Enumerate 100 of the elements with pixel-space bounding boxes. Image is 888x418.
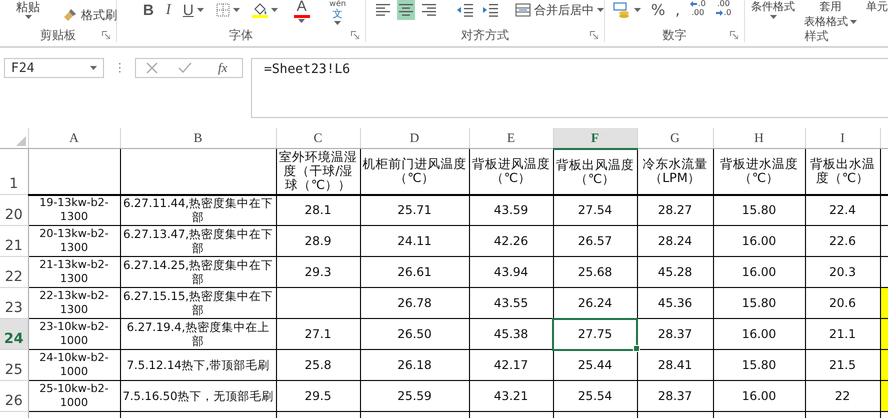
paste-button[interactable]: 粘贴 — [14, 0, 42, 19]
table-cell: 27.1 — [304, 327, 332, 341]
table-cell-text: 6.27.13.47,热密度集中在下部 — [122, 227, 274, 255]
accounting-button[interactable] — [611, 0, 643, 20]
column-header[interactable]: A — [28, 128, 120, 148]
table-cell: 42.17 — [494, 358, 528, 372]
comma-button[interactable]: , — [673, 0, 682, 20]
table-cell-text: 23-10kw-b2-1000 — [38, 320, 110, 348]
table-cell: 43.59 — [494, 203, 528, 218]
table-cell: 25.59 — [397, 389, 432, 403]
table-cell: 25.71 — [397, 203, 432, 218]
align-center-button[interactable] — [397, 0, 415, 20]
format-table-button[interactable]: 套用 表格格式 — [802, 0, 859, 29]
column-header[interactable]: H — [713, 128, 805, 148]
column-header[interactable]: C — [276, 128, 360, 148]
percent-button[interactable]: % — [649, 0, 668, 20]
table-cell: 25.44 — [578, 358, 612, 372]
table-cell: 22.4 — [829, 203, 856, 218]
grip-icon — [118, 62, 121, 74]
group-label: 剪贴板 — [40, 28, 76, 42]
table-cell: 26.24 — [578, 296, 612, 310]
format-painter-button[interactable]: 格式刷 — [60, 5, 119, 25]
conditional-format-button[interactable]: 条件格式 — [749, 0, 797, 19]
arrow-icon — [716, 10, 723, 16]
merge-center-button[interactable]: 合并后居中 — [513, 0, 606, 20]
decrease-decimal-button[interactable]: .00 .0 — [714, 0, 734, 17]
column-header[interactable]: G — [637, 128, 713, 148]
table-cell: 45.28 — [658, 265, 692, 279]
merge-icon — [515, 3, 531, 17]
table-cell-text: 6.27.14.25,热密度集中在下部 — [122, 258, 274, 286]
borders-icon — [216, 3, 230, 17]
button-label: 表格格式 — [804, 15, 848, 29]
row-header[interactable]: 25 — [0, 350, 28, 380]
table-cell-text: 背板出水温度（℃） — [809, 157, 876, 186]
table-cell: 15.80 — [742, 203, 776, 218]
align-right-icon — [422, 3, 436, 17]
table-cell: 机柜前门进风温度（℃） — [362, 157, 468, 186]
row-header[interactable]: 24 — [0, 318, 28, 350]
table-cell-text: 19-13kw-b2-1300 — [38, 196, 110, 224]
table-cell: 20.3 — [829, 265, 856, 279]
row-header[interactable]: 22 — [0, 256, 28, 288]
table-cell-text: 21-13kw-b2-1300 — [38, 258, 110, 286]
column-header[interactable]: D — [360, 128, 469, 148]
decimal-label: .00 — [717, 0, 730, 8]
group-label: 对齐方式 — [461, 28, 509, 42]
row-header[interactable]: 20 — [0, 194, 28, 226]
group-label: 样式 — [804, 29, 828, 43]
table-cell: 26.57 — [578, 234, 612, 248]
table-cell-text: 6.27.15.15,热密度集中在下部 — [122, 289, 274, 317]
name-box[interactable]: F24 — [4, 58, 104, 78]
table-cell: 22 — [834, 389, 850, 403]
table-cell: 27.54 — [578, 203, 612, 218]
font-color-button[interactable]: A — [288, 0, 316, 23]
italic-button[interactable]: I — [164, 0, 173, 20]
column-header[interactable]: B — [120, 128, 276, 148]
table-cell: 7.5.16.50热下，无顶部毛刷 — [122, 389, 274, 403]
indent-icon — [482, 3, 498, 17]
check-icon — [178, 62, 192, 74]
column-header[interactable]: I — [805, 128, 880, 148]
caret-icon — [90, 66, 97, 70]
table-cell: 21.5 — [829, 358, 856, 372]
table-cell: 26.18 — [397, 358, 432, 372]
money-icon — [613, 2, 631, 18]
table-cell: 27.75 — [578, 327, 612, 341]
table-cell-text: 22-13kw-b2-1300 — [38, 289, 110, 317]
increase-decimal-button[interactable]: .0 .00 — [688, 0, 708, 17]
cell-styles-button[interactable]: 单元 — [864, 0, 888, 14]
table-cell-text: 6.27.19.4,热密度集中在上部 — [126, 320, 270, 348]
table-cell-text: 24-10kw-b2-1000 — [38, 351, 110, 379]
table-cell: 16.00 — [742, 389, 776, 403]
table-cell: 28.24 — [658, 234, 692, 248]
table-cell: 26.50 — [397, 327, 432, 341]
row-header[interactable]: 26 — [0, 380, 28, 412]
fill-handle[interactable] — [632, 345, 640, 352]
bold-button[interactable]: B — [141, 0, 156, 20]
outdent-icon — [457, 3, 473, 17]
formula-field[interactable]: =Sheet23!L6 — [251, 58, 888, 118]
table-cell-text: 25-10kw-b2-1000 — [38, 382, 110, 410]
column-header[interactable]: E — [469, 128, 553, 148]
table-cell-text: 背板进水温度（℃） — [719, 157, 799, 186]
table-cell: 25.68 — [578, 265, 612, 279]
decimal-label: .0 — [724, 9, 732, 17]
row-header[interactable]: 21 — [0, 226, 28, 256]
table-cell: 29.5 — [304, 389, 332, 403]
column-header[interactable]: F — [553, 128, 637, 148]
decimal-label: .00 — [692, 9, 704, 17]
table-cell: 28.37 — [658, 389, 692, 403]
table-cell: 16.00 — [742, 234, 776, 248]
row-header[interactable]: 1 — [0, 148, 28, 194]
insert-function-button[interactable]: fx — [218, 60, 228, 76]
table-cell-text: 背板出风温度（℃） — [555, 158, 635, 186]
row-header[interactable]: 23 — [0, 288, 28, 318]
underline-button[interactable]: U — [180, 0, 206, 20]
table-cell: 28.9 — [304, 234, 332, 248]
paint-bucket-icon — [252, 2, 268, 18]
group-label: 字体 — [229, 28, 253, 42]
table-cell-text: 室外环境温湿度（干球/湿球（℃）） — [278, 150, 358, 192]
table-cell-text: 背板进风温度（℃） — [471, 157, 551, 186]
table-cell: 42.26 — [494, 234, 528, 248]
table-cell: 28.37 — [658, 327, 692, 341]
